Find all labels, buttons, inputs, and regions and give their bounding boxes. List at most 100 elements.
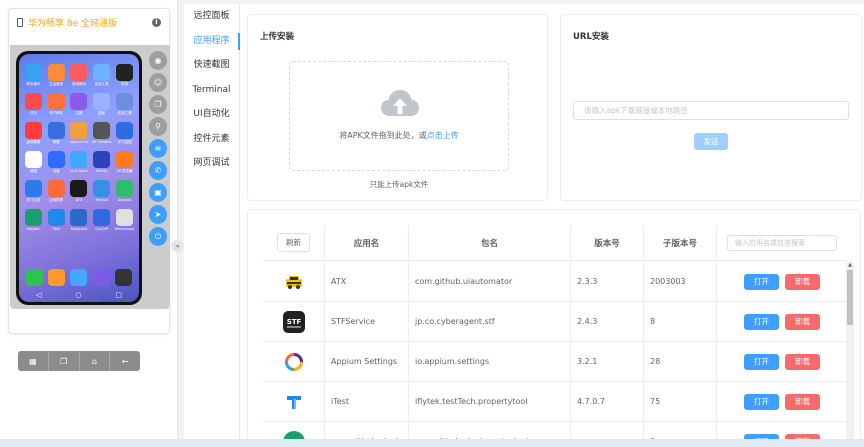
dock-camera-icon[interactable] bbox=[115, 269, 133, 286]
camera-icon[interactable]: ▣ bbox=[149, 183, 167, 202]
nav-recent-icon[interactable]: □ bbox=[115, 291, 122, 299]
phone-app[interactable]: Termux bbox=[91, 180, 112, 202]
menu-icon[interactable]: ▦ bbox=[18, 351, 49, 371]
phone-app[interactable]: 生活服务 bbox=[46, 64, 67, 86]
uninstall-button[interactable]: 卸载 bbox=[785, 273, 820, 290]
app-icon bbox=[116, 93, 134, 110]
open-button[interactable]: 打开 bbox=[744, 353, 779, 370]
dock-contacts-icon[interactable] bbox=[48, 269, 66, 286]
app-label: 实用工具 bbox=[117, 111, 132, 115]
phone-app[interactable]: 日历 bbox=[23, 93, 44, 115]
phone-app[interactable]: 联系通讯 bbox=[23, 64, 44, 86]
open-button[interactable]: 打开 bbox=[744, 273, 779, 290]
send-button[interactable]: 发送 bbox=[694, 133, 728, 150]
app-label: 地图 bbox=[29, 169, 37, 173]
upload-dropzone[interactable]: 将APK文件拖到此处，或点击上传 bbox=[289, 61, 509, 171]
phone-app[interactable]: 时钟 bbox=[114, 64, 135, 86]
menu-item-remote[interactable]: 远控面板 bbox=[184, 4, 239, 29]
menu-item-widgets[interactable]: 控件元素 bbox=[184, 127, 239, 152]
phone-app[interactable]: 电子邮件 bbox=[46, 93, 67, 115]
table-search-input[interactable]: 输入应用名或包名搜索 bbox=[727, 234, 837, 251]
phone-app[interactable]: 图库 bbox=[91, 93, 112, 115]
search-icon[interactable]: ⚲ bbox=[149, 117, 167, 136]
app-label: 运动健康 bbox=[26, 140, 41, 144]
app-label: 游戏娱乐 bbox=[71, 82, 86, 86]
uninstall-button[interactable]: 卸载 bbox=[785, 393, 820, 410]
app-label: 联系通讯 bbox=[26, 82, 41, 86]
app-version: 4.7.0.7 bbox=[571, 382, 644, 421]
phone-app[interactable]: 热门应用 bbox=[23, 180, 44, 202]
open-button[interactable]: 打开 bbox=[744, 393, 779, 410]
nav-back-icon[interactable]: ◁ bbox=[36, 291, 41, 299]
scroll-thumb[interactable] bbox=[847, 270, 853, 325]
menu-item-web[interactable]: 网页调试 bbox=[184, 151, 239, 176]
device-screen[interactable]: 联系通讯 生活服务 游戏娱乐 实用工具 时钟 日历 电子邮件 主题 图库 实用工具 运动健康 荣耀 Ap… bbox=[16, 51, 142, 305]
app-label: 图库 bbox=[98, 111, 106, 115]
refresh-button[interactable]: 刷新 bbox=[277, 233, 310, 252]
uninstall-button[interactable]: 卸载 bbox=[785, 353, 820, 370]
phone-app[interactable]: UC浏览器 bbox=[114, 151, 135, 173]
phone-app[interactable]: 实用工具 bbox=[114, 93, 135, 115]
dock-messages-icon[interactable] bbox=[70, 269, 88, 286]
menu-item-screenshot[interactable]: 快速截图 bbox=[184, 53, 239, 78]
phone-app[interactable]: 主题 bbox=[69, 93, 90, 115]
menu-item-ui[interactable]: UI自动化 bbox=[184, 102, 239, 127]
app-icon bbox=[70, 209, 88, 226]
phone-app[interactable]: NP Camera bbox=[91, 122, 112, 144]
phone-app[interactable]: 荣耀 bbox=[46, 122, 67, 144]
back-icon[interactable]: ← bbox=[110, 351, 140, 371]
power-icon[interactable]: ⏻ bbox=[149, 227, 167, 246]
phone-app[interactable]: Puerty bbox=[91, 151, 112, 173]
menu-item-apps[interactable]: 应用程序 bbox=[184, 29, 240, 54]
app-label: 电子邮件 bbox=[49, 111, 64, 115]
phone-app[interactable]: 学习强国 bbox=[114, 122, 135, 144]
app-icon bbox=[116, 209, 134, 226]
app-label: 应用推荐 bbox=[49, 198, 64, 202]
app-icon bbox=[93, 93, 111, 110]
phone-app[interactable]: 地图 bbox=[23, 151, 44, 173]
phone-app[interactable]: WhatsInput bbox=[114, 209, 135, 231]
uninstall-button[interactable]: 卸载 bbox=[785, 313, 820, 330]
recent-apps-icon[interactable]: ❐ bbox=[49, 351, 80, 371]
nav-home-icon[interactable]: ○ bbox=[75, 291, 81, 299]
dock-phone-icon[interactable] bbox=[25, 269, 43, 286]
phone-app[interactable]: 百度 bbox=[46, 151, 67, 173]
dock-browser-icon[interactable] bbox=[92, 269, 110, 286]
phone-app[interactable]: Android bbox=[114, 180, 135, 202]
scroll-up-icon[interactable]: ▲ bbox=[846, 262, 854, 269]
phone-app[interactable]: Magisk bbox=[23, 209, 44, 231]
url-input[interactable]: 请输入apk下载链接或本地路径 bbox=[573, 101, 849, 120]
settings-icon[interactable]: ≋ bbox=[149, 139, 167, 158]
copy-icon[interactable]: ❐ bbox=[149, 95, 167, 114]
phone-call-icon[interactable]: ✆ bbox=[149, 161, 167, 180]
menu-item-terminal[interactable]: Terminal bbox=[184, 78, 239, 103]
app-label: Keyguard bbox=[70, 227, 88, 231]
send-icon[interactable]: ➤ bbox=[149, 205, 167, 224]
phone-app[interactable]: 运动健康 bbox=[23, 122, 44, 144]
table-scrollbar[interactable]: ▲ bbox=[846, 262, 854, 447]
phone-app[interactable]: 实用工具 bbox=[91, 64, 112, 86]
app-name: ATX bbox=[325, 262, 409, 301]
home-icon[interactable]: ⌂ bbox=[80, 351, 111, 371]
collapse-handle-icon[interactable]: ◂ bbox=[171, 240, 183, 252]
app-icon bbox=[24, 209, 42, 226]
open-button[interactable]: 打开 bbox=[744, 313, 779, 330]
phone-app[interactable]: QuickPi bbox=[91, 209, 112, 231]
phone-app[interactable]: 应用推荐 bbox=[46, 180, 67, 202]
click-upload-link[interactable]: 点击上传 bbox=[427, 131, 459, 140]
phone-app[interactable]: 游戏娱乐 bbox=[69, 64, 90, 86]
app-label: 百度 bbox=[52, 169, 60, 173]
dock bbox=[23, 269, 135, 286]
app-icon bbox=[116, 180, 134, 197]
eye-icon[interactable]: ◉ bbox=[149, 51, 167, 70]
row-actions: 打开卸载 bbox=[717, 302, 847, 341]
phone-app[interactable]: ATX bbox=[69, 180, 90, 202]
phone-app[interactable]: Appium Se bbox=[69, 122, 90, 144]
phone-app[interactable]: Keyguard bbox=[69, 209, 90, 231]
phone-app[interactable]: Link Spee bbox=[69, 151, 90, 173]
phone-app[interactable]: iTest bbox=[46, 209, 67, 231]
info-icon[interactable]: i bbox=[152, 17, 161, 27]
table-header: 刷新 应用名 包名 版本号 子版本号 输入应用名或包名搜索 bbox=[263, 225, 847, 261]
user-icon[interactable]: ☺ bbox=[149, 73, 167, 92]
app-icon bbox=[47, 122, 65, 139]
